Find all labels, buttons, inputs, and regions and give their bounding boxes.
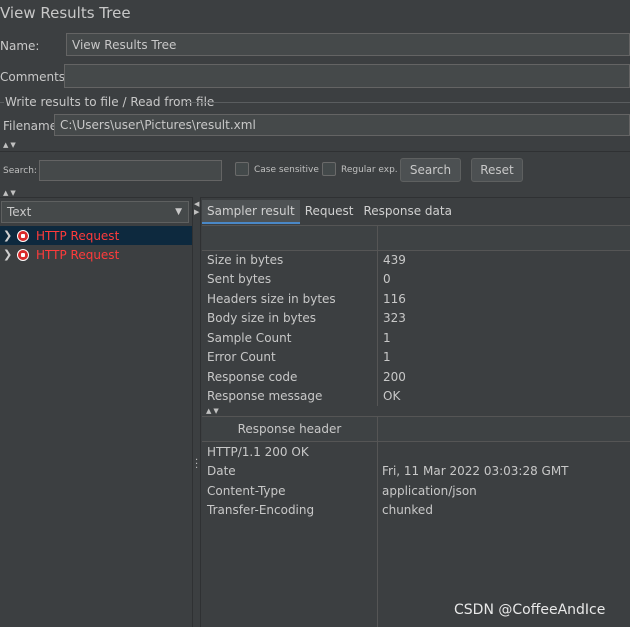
tree-item-label: HTTP Request — [36, 247, 120, 262]
case-sensitive-checkbox[interactable] — [235, 162, 249, 176]
group-border-right — [185, 102, 630, 103]
result-tabs: Sampler result Request Response data — [202, 200, 457, 224]
chevron-down-icon: ▼ — [175, 207, 182, 217]
tree-item[interactable]: ❯ HTTP Request — [0, 226, 192, 245]
renderer-select[interactable]: Text ▼ — [1, 201, 189, 223]
row-value: 439 — [377, 250, 630, 270]
search-input[interactable] — [39, 160, 222, 181]
response-header-title[interactable]: Response header — [202, 417, 377, 441]
row-key: HTTP/1.1 200 OK — [207, 444, 309, 459]
table-row[interactable]: Body size in bytes 323 — [202, 308, 630, 328]
row-key: Response code — [207, 369, 298, 384]
comments-label: Comments: — [0, 70, 70, 84]
filename-label: Filename — [3, 119, 58, 133]
row-value — [377, 442, 630, 462]
row-key: Headers size in bytes — [207, 291, 336, 306]
row-value: 1 — [377, 347, 630, 367]
comments-field[interactable] — [64, 64, 630, 88]
name-field[interactable]: View Results Tree — [66, 33, 630, 56]
error-icon — [17, 229, 29, 242]
row-key: Transfer-Encoding — [207, 503, 315, 518]
search-button[interactable]: Search — [400, 158, 461, 182]
reset-button[interactable]: Reset — [471, 158, 523, 182]
results-tree: ❯ HTTP Request ❯ HTTP Request — [0, 225, 192, 627]
sampler-table: Size in bytes 439 Sent bytes 0 Headers siz… — [202, 250, 630, 406]
panel-title: View Results Tree — [0, 4, 131, 22]
renderer-select-value: Text — [7, 205, 32, 219]
row-key: Sample Count — [207, 330, 292, 345]
error-icon — [17, 248, 29, 261]
tree-item-label: HTTP Request — [36, 228, 120, 243]
chevron-right-icon[interactable]: ❯ — [3, 229, 17, 242]
row-key: Content-Type — [207, 483, 286, 498]
row-value: 200 — [377, 367, 630, 387]
row-value: 116 — [377, 289, 630, 309]
split-pane-divider[interactable]: ◀ ▶ · · · — [192, 197, 201, 627]
tree-item[interactable]: ❯ HTTP Request — [0, 245, 192, 264]
row-key: Error Count — [207, 350, 276, 365]
table-row[interactable]: Response message OK — [202, 386, 630, 406]
name-label: Name: — [0, 39, 40, 53]
tab-request[interactable]: Request — [300, 200, 359, 224]
row-value: 323 — [377, 308, 630, 328]
table-row[interactable]: Sample Count 1 — [202, 328, 630, 348]
table-row[interactable]: HTTP/1.1 200 OK — [202, 442, 630, 462]
collapse-arrows-icon-3[interactable]: ▲▼ — [206, 407, 221, 415]
divider-2 — [0, 197, 630, 198]
table-row[interactable]: Size in bytes 439 — [202, 250, 630, 270]
search-label: Search: — [3, 166, 37, 176]
table-row[interactable]: Content-Type application/json — [202, 481, 630, 501]
regular-exp-label: Regular exp. — [341, 165, 398, 175]
tab-response-data[interactable]: Response data — [358, 200, 456, 224]
table-row[interactable]: Error Count 1 — [202, 347, 630, 367]
response-header-table-header: Response header — [202, 416, 630, 442]
column-header-value — [377, 226, 630, 250]
case-sensitive-label: Case sensitive — [254, 165, 319, 175]
chevron-right-icon[interactable]: ❯ — [3, 248, 17, 261]
drag-handle-icon[interactable]: · · · — [195, 456, 198, 474]
table-row[interactable]: Sent bytes 0 — [202, 269, 630, 289]
group-border-left — [0, 102, 4, 103]
table-row[interactable]: Response code 200 — [202, 367, 630, 387]
row-key: Sent bytes — [207, 272, 272, 287]
watermark: CSDN @CoffeeAndIce — [454, 602, 606, 618]
response-header-table: HTTP/1.1 200 OK Date Fri, 11 Mar 2022 03:… — [202, 442, 630, 522]
tab-sampler-result[interactable]: Sampler result — [202, 200, 300, 224]
split-arrows-icon[interactable]: ◀ ▶ — [194, 200, 199, 216]
divider — [0, 151, 630, 152]
sampler-table-header — [202, 225, 630, 251]
row-value: chunked — [382, 503, 433, 518]
write-results-group-label: Write results to file / Read from file — [5, 95, 215, 109]
table-row[interactable]: Transfer-Encoding chunked — [202, 501, 630, 521]
row-value: 0 — [377, 269, 630, 289]
row-value: application/json — [382, 483, 477, 498]
collapse-arrows-icon-2[interactable]: ▲▼ — [3, 189, 18, 197]
row-key: Date — [207, 464, 236, 479]
row-value: 1 — [377, 328, 630, 348]
column-header-value — [377, 417, 630, 441]
row-key: Body size in bytes — [207, 311, 317, 326]
table-row[interactable]: Headers size in bytes 116 — [202, 289, 630, 309]
column-header-key — [202, 226, 377, 250]
row-key: Response message — [207, 389, 323, 404]
filename-field[interactable]: C:\Users\user\Pictures\result.xml — [54, 114, 630, 136]
table-row[interactable]: Date Fri, 11 Mar 2022 03:03:28 GMT — [202, 462, 630, 482]
row-value: Fri, 11 Mar 2022 03:03:28 GMT — [382, 464, 569, 479]
regular-exp-checkbox[interactable] — [322, 162, 336, 176]
collapse-arrows-icon[interactable]: ▲▼ — [3, 141, 18, 149]
row-value: OK — [377, 386, 630, 406]
row-key: Size in bytes — [207, 252, 284, 267]
